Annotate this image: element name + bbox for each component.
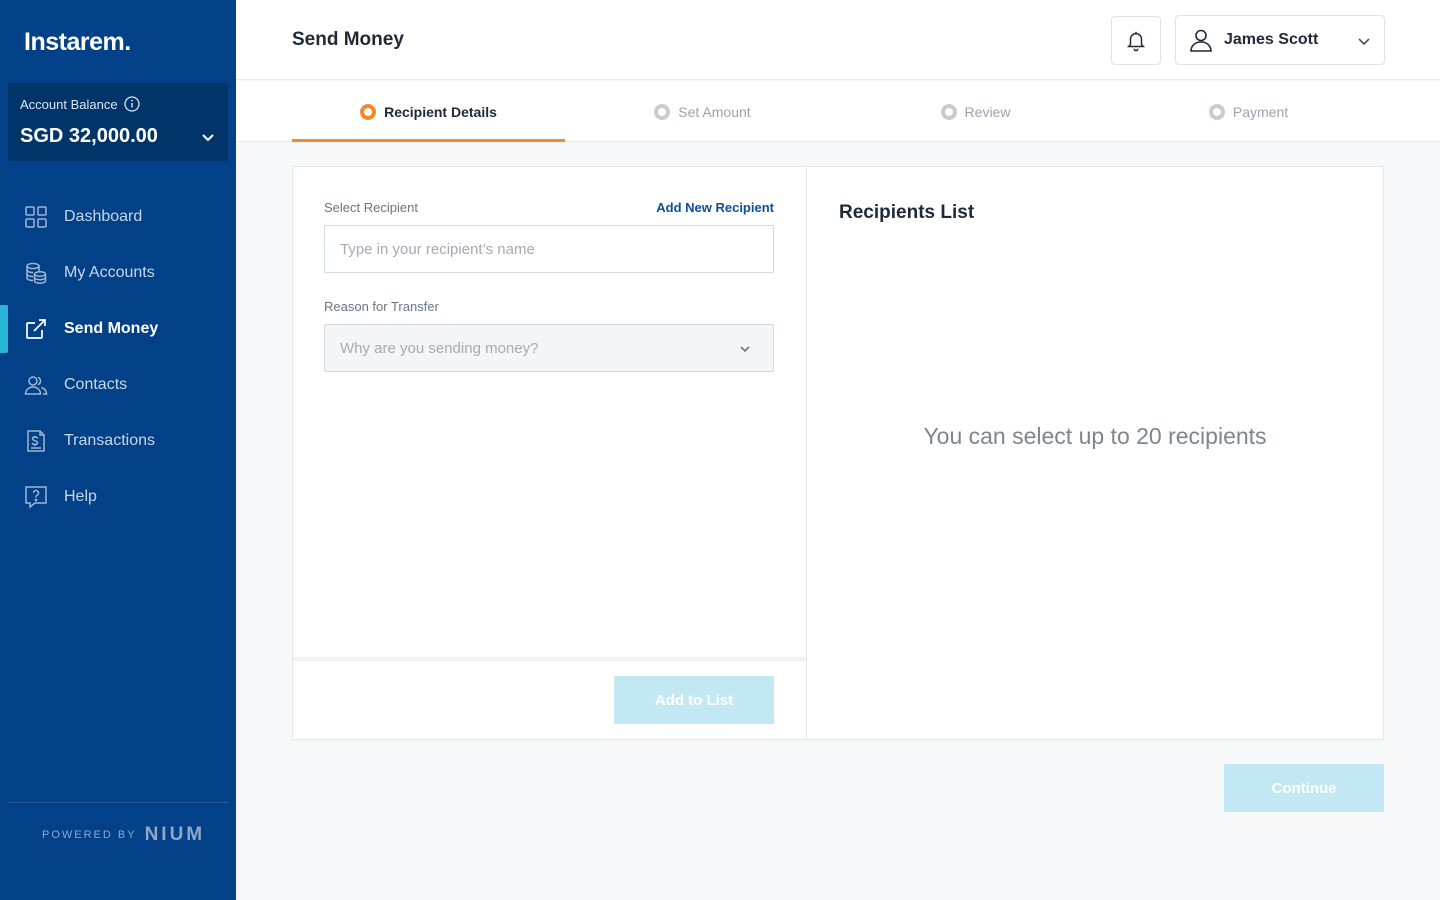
step-dot-icon: [940, 103, 957, 120]
sidebar-item-label: Contacts: [64, 376, 128, 393]
step-label: Recipient Details: [384, 103, 497, 120]
sidebar-item-help[interactable]: Help: [0, 469, 236, 525]
step-dot-icon: [1208, 103, 1225, 120]
help-question-icon: [25, 486, 47, 509]
progress-stepper: Recipient Details Set Amount Review Paym…: [236, 81, 1440, 142]
sidebar-item-label: Dashboard: [64, 208, 143, 225]
add-new-recipient-link[interactable]: Add New Recipient: [656, 200, 774, 215]
account-balance-card[interactable]: Account Balance SGD 32,000.00: [8, 83, 228, 161]
step-dot-icon: [360, 103, 377, 120]
coins-stack-icon: [26, 262, 47, 284]
user-menu-button[interactable]: James Scott: [1175, 15, 1385, 65]
reason-select[interactable]: Why are you sending money?: [324, 324, 774, 372]
account-balance-value: SGD 32,000.00: [20, 125, 158, 147]
step-recipient-details[interactable]: Recipient Details: [292, 81, 565, 142]
bell-icon: [1126, 31, 1146, 51]
step-label: Set Amount: [678, 103, 751, 120]
sidebar-item-label: My Accounts: [64, 264, 155, 281]
recipient-search-input[interactable]: [324, 225, 774, 273]
powered-by-text: POWERED BY: [42, 829, 137, 841]
step-review[interactable]: Review: [839, 81, 1112, 142]
sidebar-item-my-accounts[interactable]: My Accounts: [0, 245, 236, 301]
recipients-list-title: Recipients List: [839, 202, 975, 223]
step-set-amount[interactable]: Set Amount: [566, 81, 839, 142]
notifications-button[interactable]: [1111, 16, 1161, 65]
continue-button[interactable]: Continue: [1224, 764, 1384, 812]
step-dot-icon: [654, 103, 671, 120]
sidebar-item-send-money[interactable]: Send Money: [0, 301, 236, 357]
user-name: James Scott: [1224, 31, 1319, 48]
recipients-empty-message: You can select up to 20 recipients: [923, 423, 1267, 449]
step-label: Review: [964, 103, 1011, 120]
sidebar-item-label: Transactions: [64, 432, 155, 449]
top-header: Send Money James Scott: [236, 0, 1440, 80]
account-balance-label-row: Account Balance: [20, 96, 140, 112]
chevron-down-icon: [740, 346, 750, 353]
chevron-down-icon[interactable]: [200, 129, 216, 145]
step-payment[interactable]: Payment: [1112, 81, 1385, 142]
recipient-card: Select Recipient Add New Recipient Reaso…: [292, 166, 1384, 740]
dashboard-grid-icon: [25, 206, 47, 228]
account-balance-label: Account Balance: [20, 96, 118, 112]
external-send-icon: [26, 319, 46, 339]
recipients-list-pane: Recipients List You can select up to 20 …: [807, 167, 1383, 739]
select-recipient-label: Select Recipient: [324, 200, 418, 215]
form-footer: Add to List: [293, 657, 806, 739]
sidebar-item-label: Send Money: [64, 320, 159, 337]
sidebar-item-transactions[interactable]: Transactions: [0, 413, 236, 469]
instarem-logo[interactable]: Instarem.: [24, 28, 131, 57]
receipt-icon: [27, 430, 45, 452]
recipient-form-pane: Select Recipient Add New Recipient Reaso…: [293, 167, 807, 739]
sidebar: Instarem. Account Balance SGD 32,000.00 …: [0, 0, 236, 900]
contacts-people-icon: [24, 376, 48, 395]
reason-for-transfer-label: Reason for Transfer: [324, 299, 439, 314]
sidebar-nav: Dashboard My Accounts Send Money Contact…: [0, 189, 236, 525]
info-icon[interactable]: [123, 96, 140, 112]
sidebar-item-dashboard[interactable]: Dashboard: [0, 189, 236, 245]
chevron-down-icon: [1358, 38, 1370, 46]
user-icon: [1190, 29, 1212, 52]
step-label: Payment: [1232, 103, 1289, 120]
reason-select-placeholder: Why are you sending money?: [340, 339, 539, 357]
nium-logo: NIUM: [144, 824, 206, 845]
add-to-list-button[interactable]: Add to List: [614, 676, 774, 724]
page-title: Send Money: [292, 29, 404, 50]
sidebar-item-label: Help: [64, 488, 97, 505]
powered-by: POWERED BY NIUM: [42, 824, 205, 846]
sidebar-item-contacts[interactable]: Contacts: [0, 357, 236, 413]
sidebar-divider: [8, 802, 228, 803]
